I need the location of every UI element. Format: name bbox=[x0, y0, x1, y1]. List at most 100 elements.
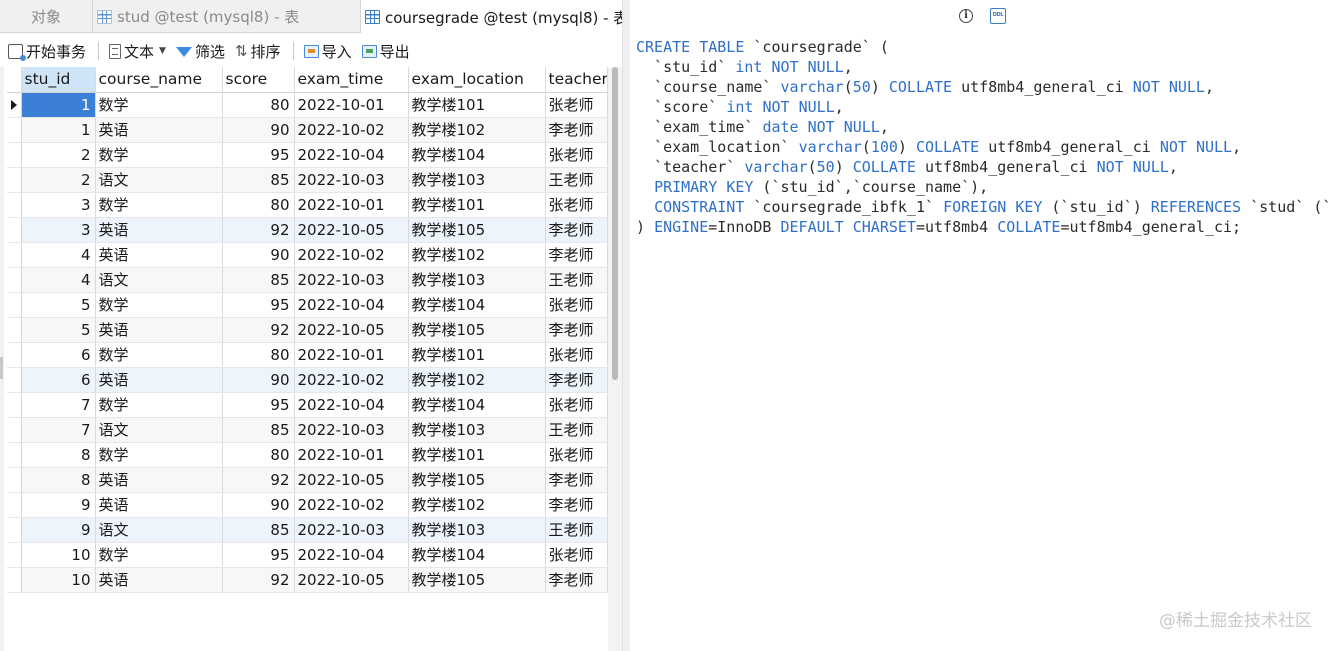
table-row[interactable]: 7 语文 85 2022-10-03 教学楼103 王老师 bbox=[7, 417, 608, 443]
cell-exam-time[interactable]: 2022-10-05 bbox=[294, 467, 409, 493]
row-indicator[interactable] bbox=[7, 92, 22, 118]
row-indicator[interactable] bbox=[7, 567, 22, 593]
cell-exam-time[interactable]: 2022-10-02 bbox=[294, 242, 409, 268]
cell-teacher[interactable]: 张老师 bbox=[545, 342, 608, 368]
cell-course-name[interactable]: 英语 bbox=[95, 367, 223, 393]
table-row[interactable]: 4 英语 90 2022-10-02 教学楼102 李老师 bbox=[7, 242, 608, 268]
cell-exam-location[interactable]: 教学楼105 bbox=[408, 567, 546, 593]
table-row[interactable]: 10 数学 95 2022-10-04 教学楼104 张老师 bbox=[7, 542, 608, 568]
cell-exam-time[interactable]: 2022-10-03 bbox=[294, 517, 409, 543]
tab-stud-table[interactable]: stud @test (mysql8) - 表 bbox=[93, 0, 361, 33]
cell-exam-time[interactable]: 2022-10-04 bbox=[294, 542, 409, 568]
cell-exam-time[interactable]: 2022-10-05 bbox=[294, 567, 409, 593]
cell-score[interactable]: 92 bbox=[222, 567, 295, 593]
import-button[interactable]: 导入 bbox=[303, 41, 352, 62]
cell-stu-id[interactable]: 5 bbox=[21, 317, 96, 343]
ddl-code-view[interactable]: CREATE TABLE `coursegrade` ( `stu_id` in… bbox=[636, 37, 1332, 247]
row-indicator[interactable] bbox=[7, 517, 22, 543]
splitter-handle[interactable] bbox=[0, 357, 3, 379]
cell-exam-location[interactable]: 教学楼104 bbox=[408, 542, 546, 568]
cell-teacher[interactable]: 张老师 bbox=[545, 192, 608, 218]
cell-exam-location[interactable]: 教学楼102 bbox=[408, 367, 546, 393]
column-header-teacher[interactable]: teacher bbox=[545, 67, 608, 93]
row-indicator[interactable] bbox=[7, 192, 22, 218]
cell-stu-id[interactable]: 3 bbox=[21, 217, 96, 243]
cell-teacher[interactable]: 王老师 bbox=[545, 417, 608, 443]
table-row[interactable]: 4 语文 85 2022-10-03 教学楼103 王老师 bbox=[7, 267, 608, 293]
cell-exam-location[interactable]: 教学楼105 bbox=[408, 317, 546, 343]
chevron-down-icon[interactable]: ▼ bbox=[159, 46, 166, 56]
cell-course-name[interactable]: 数学 bbox=[95, 542, 223, 568]
cell-stu-id[interactable]: 7 bbox=[21, 417, 96, 443]
cell-exam-time[interactable]: 2022-10-04 bbox=[294, 292, 409, 318]
tab-objects[interactable]: 对象 bbox=[0, 0, 93, 33]
cell-stu-id[interactable]: 10 bbox=[21, 542, 96, 568]
cell-teacher[interactable]: 张老师 bbox=[545, 92, 608, 118]
row-indicator[interactable] bbox=[7, 142, 22, 168]
cell-teacher[interactable]: 王老师 bbox=[545, 267, 608, 293]
cell-exam-location[interactable]: 教学楼101 bbox=[408, 342, 546, 368]
cell-score[interactable]: 85 bbox=[222, 167, 295, 193]
cell-teacher[interactable]: 李老师 bbox=[545, 217, 608, 243]
column-header-stu-id[interactable]: stu_id bbox=[21, 67, 96, 93]
cell-teacher[interactable]: 李老师 bbox=[545, 117, 608, 143]
cell-score[interactable]: 92 bbox=[222, 317, 295, 343]
text-view-button[interactable]: 文本 ▼ bbox=[109, 41, 166, 62]
row-indicator[interactable] bbox=[7, 242, 22, 268]
column-header-exam-time[interactable]: exam_time bbox=[294, 67, 409, 93]
table-row[interactable]: 2 语文 85 2022-10-03 教学楼103 王老师 bbox=[7, 167, 608, 193]
cell-teacher[interactable]: 李老师 bbox=[545, 242, 608, 268]
cell-course-name[interactable]: 英语 bbox=[95, 467, 223, 493]
cell-teacher[interactable]: 李老师 bbox=[545, 467, 608, 493]
row-indicator[interactable] bbox=[7, 317, 22, 343]
cell-score[interactable]: 80 bbox=[222, 92, 295, 118]
cell-score[interactable]: 85 bbox=[222, 517, 295, 543]
cell-stu-id[interactable]: 7 bbox=[21, 392, 96, 418]
row-indicator[interactable] bbox=[7, 217, 22, 243]
cell-course-name[interactable]: 英语 bbox=[95, 242, 223, 268]
cell-stu-id[interactable]: 8 bbox=[21, 442, 96, 468]
cell-exam-location[interactable]: 教学楼101 bbox=[408, 442, 546, 468]
row-indicator[interactable] bbox=[7, 417, 22, 443]
cell-exam-location[interactable]: 教学楼103 bbox=[408, 517, 546, 543]
cell-score[interactable]: 92 bbox=[222, 217, 295, 243]
cell-teacher[interactable]: 张老师 bbox=[545, 392, 608, 418]
cell-exam-location[interactable]: 教学楼103 bbox=[408, 267, 546, 293]
cell-course-name[interactable]: 数学 bbox=[95, 142, 223, 168]
cell-teacher[interactable]: 张老师 bbox=[545, 442, 608, 468]
sort-button[interactable]: ⇅ 排序 bbox=[235, 41, 281, 62]
cell-score[interactable]: 85 bbox=[222, 267, 295, 293]
cell-exam-time[interactable]: 2022-10-02 bbox=[294, 367, 409, 393]
row-indicator[interactable] bbox=[7, 292, 22, 318]
cell-exam-time[interactable]: 2022-10-03 bbox=[294, 417, 409, 443]
table-row[interactable]: 7 数学 95 2022-10-04 教学楼104 张老师 bbox=[7, 392, 608, 418]
cell-score[interactable]: 80 bbox=[222, 342, 295, 368]
cell-teacher[interactable]: 李老师 bbox=[545, 367, 608, 393]
cell-exam-time[interactable]: 2022-10-02 bbox=[294, 117, 409, 143]
row-indicator[interactable] bbox=[7, 367, 22, 393]
cell-course-name[interactable]: 数学 bbox=[95, 392, 223, 418]
row-indicator[interactable] bbox=[7, 542, 22, 568]
cell-teacher[interactable]: 张老师 bbox=[545, 142, 608, 168]
row-indicator[interactable] bbox=[7, 467, 22, 493]
cell-course-name[interactable]: 英语 bbox=[95, 317, 223, 343]
cell-score[interactable]: 85 bbox=[222, 417, 295, 443]
cell-exam-time[interactable]: 2022-10-05 bbox=[294, 217, 409, 243]
cell-exam-location[interactable]: 教学楼105 bbox=[408, 217, 546, 243]
cell-stu-id[interactable]: 6 bbox=[21, 342, 96, 368]
grid-vertical-scrollbar[interactable] bbox=[608, 67, 622, 651]
table-row[interactable]: 1 数学 80 2022-10-01 教学楼101 张老师 bbox=[7, 92, 608, 118]
export-button[interactable]: 导出 bbox=[361, 41, 410, 62]
cell-course-name[interactable]: 语文 bbox=[95, 517, 223, 543]
cell-score[interactable]: 90 bbox=[222, 117, 295, 143]
table-row[interactable]: 5 数学 95 2022-10-04 教学楼104 张老师 bbox=[7, 292, 608, 318]
cell-score[interactable]: 80 bbox=[222, 192, 295, 218]
cell-exam-time[interactable]: 2022-10-01 bbox=[294, 442, 409, 468]
cell-stu-id[interactable]: 4 bbox=[21, 267, 96, 293]
cell-course-name[interactable]: 语文 bbox=[95, 267, 223, 293]
cell-course-name[interactable]: 数学 bbox=[95, 292, 223, 318]
cell-score[interactable]: 95 bbox=[222, 392, 295, 418]
cell-teacher[interactable]: 李老师 bbox=[545, 492, 608, 518]
cell-stu-id[interactable]: 4 bbox=[21, 242, 96, 268]
row-indicator[interactable] bbox=[7, 167, 22, 193]
